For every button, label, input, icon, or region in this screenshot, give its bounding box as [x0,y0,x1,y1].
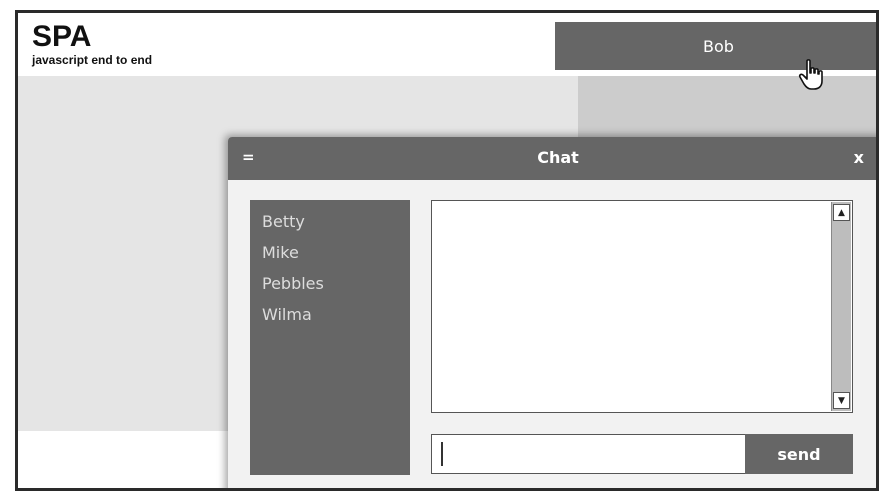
chat-title: Chat [537,148,579,167]
chat-header: = Chat x [228,137,876,180]
chat-panel: = Chat x Betty Mike Pebbles Wilma ▲ ▼ se… [228,137,876,488]
hand-pointer-icon [798,59,823,90]
chat-close-button[interactable]: x [854,148,864,167]
scroll-up-icon[interactable]: ▲ [833,204,850,221]
roster-item[interactable]: Wilma [262,299,398,330]
app-frame: SPA javascript end to end Bob = Chat x B… [15,10,879,491]
logo-title: SPA [32,20,92,53]
message-log[interactable]: ▲ ▼ [431,200,853,413]
chat-roster: Betty Mike Pebbles Wilma [250,200,410,475]
text-caret [441,442,443,466]
scroll-down-icon[interactable]: ▼ [833,392,850,409]
logo: SPA javascript end to end [32,20,153,68]
roster-item[interactable]: Mike [262,237,398,268]
message-input[interactable] [431,434,746,474]
user-button[interactable]: Bob [555,22,876,70]
message-log-scrollbar[interactable]: ▲ ▼ [831,202,851,411]
roster-item[interactable]: Betty [262,206,398,237]
roster-item[interactable]: Pebbles [262,268,398,299]
send-button[interactable]: send [745,434,853,474]
logo-subtitle: javascript end to end [32,53,153,67]
